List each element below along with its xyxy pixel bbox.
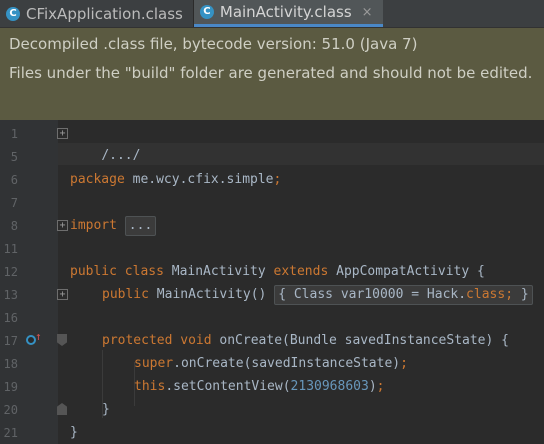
code-line: package me.wcy.cfix.simple; (70, 169, 281, 191)
code-editor[interactable]: 1 + 5 6 7 8 + 11 12 13 + 16 17 ↑ 18 19 2… (0, 120, 544, 444)
class-icon: C (6, 6, 20, 21)
editor-tab-bar: C CFixApplication.class C MainActivity.c… (0, 0, 544, 28)
constructor-signature: MainActivity() (148, 287, 275, 302)
banner-build-warning-text: Files under the "build" folder are gener… (9, 64, 533, 82)
code-line: protected void onCreate(Bundle savedInst… (102, 330, 509, 352)
line-number: 13 (3, 288, 18, 302)
tab-label: MainActivity.class (219, 3, 352, 21)
folded-text: { Class var10000 = Hack. (278, 287, 467, 302)
method-call: .setContentView( (165, 379, 291, 394)
line-number: 8 (10, 219, 18, 233)
keyword: protected void (102, 333, 212, 348)
line-number: 21 (3, 426, 18, 440)
override-arrow-icon: ↑ (35, 330, 42, 343)
method-signature: onCreate(Bundle savedInstanceState) { (211, 333, 509, 348)
paren: ) (368, 379, 377, 394)
line-number: 12 (3, 265, 18, 279)
method-call: .onCreate(savedInstanceState) (173, 356, 401, 371)
line-number: 17 (3, 334, 18, 348)
fold-collapse-icon[interactable] (57, 334, 67, 346)
semicolon: ; (505, 287, 514, 302)
keyword: this (134, 379, 166, 394)
tab-mainactivity[interactable]: C MainActivity.class × (193, 0, 383, 27)
line-number: 11 (3, 242, 18, 256)
close-icon[interactable]: × (362, 5, 373, 20)
keyword: super (134, 356, 174, 371)
fold-end-icon[interactable] (57, 403, 67, 415)
package-name: me.wcy.cfix.simple (124, 172, 274, 187)
gutter-row: 19 (0, 376, 58, 398)
code-line: public class MainActivity extends AppCom… (70, 261, 485, 283)
keyword: import (70, 218, 117, 233)
line-number: 20 (3, 403, 18, 417)
code-line: } (102, 399, 110, 421)
gutter-row: 8 + (0, 215, 68, 237)
line-number: 7 (10, 196, 18, 210)
tab-cfixapplication[interactable]: C CFixApplication.class (0, 0, 193, 27)
closing-brace: } (102, 402, 110, 417)
fold-expand-icon[interactable]: + (57, 128, 68, 139)
gutter-row: 5 (0, 146, 58, 168)
line-number: 5 (10, 150, 18, 164)
code-line: this.setContentView(2130968603); (134, 376, 384, 398)
class-icon: C (199, 5, 214, 19)
folded-header-comment[interactable]: /.../ (101, 148, 140, 163)
fold-expand-icon[interactable]: + (57, 289, 68, 300)
keyword: package (70, 172, 125, 187)
folded-imports[interactable]: ... (124, 216, 157, 236)
gutter-row: 18 (0, 353, 58, 375)
gutter-row: 11 (0, 238, 58, 260)
gutter-row: 20 (0, 399, 67, 421)
tab-label: CFixApplication.class (26, 4, 183, 23)
code-line: super.onCreate(savedInstanceState); (134, 353, 408, 375)
code-line: import ... (70, 215, 157, 237)
semicolon: ; (400, 356, 408, 371)
folded-constructor-body[interactable]: { Class var10000 = Hack.class; } (274, 285, 533, 305)
keyword: class (466, 287, 506, 302)
semicolon: ; (273, 172, 282, 187)
gutter-row: 21 (0, 422, 58, 444)
closing-brace: } (70, 425, 78, 440)
keyword: extends (273, 264, 329, 279)
line-number: 1 (10, 127, 18, 141)
folded-text: } (513, 287, 529, 302)
gutter-row: 16 (0, 307, 58, 329)
line-number: 6 (10, 173, 18, 187)
semicolon: ; (376, 379, 385, 394)
keyword: public class (70, 264, 164, 279)
gutter-row: 1 + (0, 123, 68, 145)
gutter-row: 7 (0, 192, 58, 214)
code-line: /.../ (70, 123, 140, 163)
gutter-row: 17 ↑ (0, 330, 67, 352)
gutter-row: 13 + (0, 284, 68, 306)
superclass: AppCompatActivity { (328, 264, 485, 279)
gutter-row: 12 (0, 261, 58, 283)
class-name: MainActivity (163, 264, 274, 279)
banner-bytecode-text: Decompiled .class file, bytecode version… (9, 35, 418, 53)
decompiled-notice-banner: Decompiled .class file, bytecode version… (0, 28, 544, 120)
code-line: } (70, 422, 78, 444)
line-number: 16 (3, 311, 18, 325)
line-number: 19 (3, 380, 18, 394)
number-literal: 2130968603 (290, 379, 369, 394)
keyword: public (102, 287, 149, 302)
gutter-row: 6 (0, 169, 58, 191)
fold-expand-icon[interactable]: + (57, 220, 68, 231)
line-number: 18 (3, 357, 18, 371)
code-line: public MainActivity() { Class var10000 =… (102, 284, 533, 306)
